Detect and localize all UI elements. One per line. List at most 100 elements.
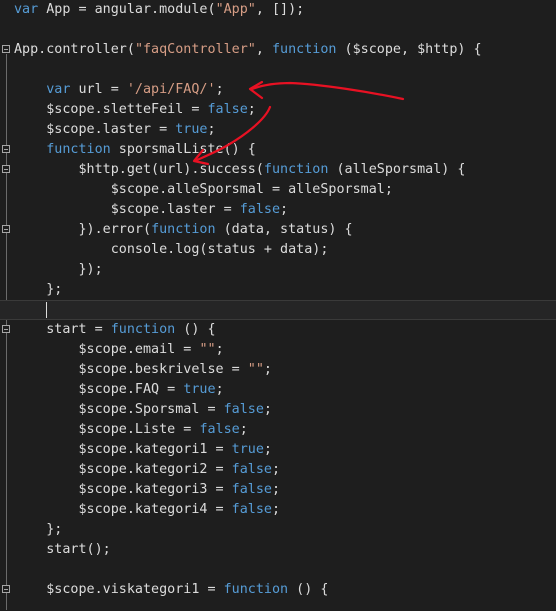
gutter bbox=[0, 460, 14, 480]
code-text: $scope.laster = true; bbox=[14, 120, 216, 140]
code-line[interactable]: }).error(function (data, status) { bbox=[0, 220, 556, 240]
code-line[interactable]: $scope.kategori2 = false; bbox=[0, 460, 556, 480]
collapse-icon[interactable] bbox=[2, 585, 10, 593]
code-text: $scope.laster = false; bbox=[14, 200, 288, 220]
gutter bbox=[0, 380, 14, 400]
code-line[interactable]: console.log(status + data); bbox=[0, 240, 556, 260]
text-token: $scope.viskategori1 = bbox=[14, 582, 224, 597]
keyword-token: function bbox=[110, 322, 176, 337]
gutter bbox=[0, 200, 14, 220]
text-token: ; bbox=[239, 422, 248, 437]
text-token: $scope.laster = bbox=[14, 122, 176, 137]
text-token: url = bbox=[70, 82, 127, 97]
code-text: }; bbox=[14, 280, 62, 300]
code-editor[interactable]: var App = angular.module("App", []); App.… bbox=[0, 0, 556, 611]
text-token: start(); bbox=[14, 542, 111, 557]
keyword-token: false bbox=[223, 402, 264, 417]
code-line[interactable]: }; bbox=[0, 520, 556, 540]
text-token: (alleSporsmal) { bbox=[328, 162, 466, 177]
text-token: () { bbox=[175, 322, 216, 337]
code-line[interactable]: $scope.kategori4 = false; bbox=[0, 500, 556, 520]
keyword-token: false bbox=[231, 502, 272, 517]
gutter bbox=[0, 540, 14, 560]
gutter bbox=[0, 480, 14, 500]
keyword-token: false bbox=[231, 482, 272, 497]
gutter bbox=[0, 80, 14, 100]
text-token: console.log(status + data); bbox=[14, 242, 329, 257]
code-text: }).error(function (data, status) { bbox=[14, 220, 353, 240]
code-line[interactable] bbox=[0, 300, 556, 320]
code-line[interactable]: }); bbox=[0, 260, 556, 280]
code-line[interactable]: $scope.Sporsmal = false; bbox=[0, 400, 556, 420]
gutter bbox=[0, 320, 14, 340]
code-line[interactable]: $scope.Liste = false; bbox=[0, 420, 556, 440]
code-line[interactable]: $scope.kategori3 = false; bbox=[0, 480, 556, 500]
code-line[interactable]: $scope.FAQ = true; bbox=[0, 380, 556, 400]
text-token: $scope.email = bbox=[14, 342, 200, 357]
code-line[interactable]: App.controller("faqController", function… bbox=[0, 40, 556, 60]
code-line[interactable]: $scope.alleSporsmal = alleSporsmal; bbox=[0, 180, 556, 200]
code-line[interactable]: }; bbox=[0, 280, 556, 300]
code-text: $scope.kategori3 = false; bbox=[14, 480, 280, 500]
code-line[interactable]: $scope.sletteFeil = false; bbox=[0, 100, 556, 120]
text-token: (data, status) { bbox=[215, 222, 353, 237]
text-token: ; bbox=[207, 122, 216, 137]
text-token: ; bbox=[263, 362, 272, 377]
collapse-icon[interactable] bbox=[2, 145, 10, 153]
code-line[interactable]: $scope.laster = false; bbox=[0, 200, 556, 220]
string-token: "faqController" bbox=[134, 42, 256, 57]
text-token: $scope.kategori1 = bbox=[14, 442, 232, 457]
gutter bbox=[0, 180, 14, 200]
code-text: }; bbox=[14, 520, 62, 540]
gutter bbox=[0, 500, 14, 520]
code-text: console.log(status + data); bbox=[14, 240, 329, 260]
code-text: $scope.alleSporsmal = alleSporsmal; bbox=[14, 180, 393, 200]
gutter bbox=[0, 260, 14, 280]
text-token: ($scope, $http) { bbox=[336, 42, 482, 57]
code-line[interactable]: $scope.beskrivelse = ""; bbox=[0, 360, 556, 380]
text-token: $scope.kategori3 = bbox=[14, 482, 232, 497]
gutter bbox=[0, 520, 14, 540]
text-cursor bbox=[46, 302, 48, 318]
gutter bbox=[0, 420, 14, 440]
code-line[interactable]: start(); bbox=[0, 540, 556, 560]
collapse-icon[interactable] bbox=[2, 45, 10, 53]
gutter bbox=[0, 280, 14, 300]
gutter bbox=[0, 120, 14, 140]
text-token: $http.get(url).success( bbox=[14, 162, 264, 177]
collapse-icon[interactable] bbox=[2, 165, 10, 173]
text-token: }); bbox=[14, 262, 103, 277]
text-token: ; bbox=[215, 382, 224, 397]
keyword-token: true bbox=[175, 122, 208, 137]
code-text: $scope.viskategori1 = function () { bbox=[14, 580, 328, 600]
code-line[interactable]: var url = '/api/FAQ/'; bbox=[0, 80, 556, 100]
code-line[interactable]: function sporsmalListe() { bbox=[0, 140, 556, 160]
string-token: "App" bbox=[215, 2, 256, 17]
code-text: $scope.sletteFeil = false; bbox=[14, 100, 256, 120]
collapse-icon[interactable] bbox=[2, 225, 10, 233]
collapse-icon[interactable] bbox=[2, 325, 10, 333]
text-token: }; bbox=[14, 282, 63, 297]
code-line[interactable]: $scope.kategori1 = true; bbox=[0, 440, 556, 460]
keyword-token: var bbox=[14, 2, 39, 17]
text-token: $scope.FAQ = bbox=[14, 382, 184, 397]
string-token: '/api/FAQ/' bbox=[126, 82, 216, 97]
text-token: , []); bbox=[255, 2, 305, 17]
text-token: start = bbox=[14, 322, 111, 337]
text-token: sporsmalListe() { bbox=[110, 142, 256, 157]
code-text: $scope.FAQ = true; bbox=[14, 380, 224, 400]
string-token: "" bbox=[247, 362, 264, 377]
code-line[interactable]: start = function () { bbox=[0, 320, 556, 340]
code-line[interactable]: $scope.viskategori1 = function () { bbox=[0, 580, 556, 600]
keyword-token: true bbox=[183, 382, 216, 397]
text-token: () { bbox=[288, 582, 329, 597]
code-line[interactable]: $scope.laster = true; bbox=[0, 120, 556, 140]
text-token: $scope.alleSporsmal = alleSporsmal; bbox=[14, 182, 393, 197]
code-line[interactable]: var App = angular.module("App", []); bbox=[0, 0, 556, 20]
gutter bbox=[0, 301, 14, 321]
code-line[interactable]: $http.get(url).success(function (alleSpo… bbox=[0, 160, 556, 180]
text-token: }).error( bbox=[14, 222, 152, 237]
keyword-token: false bbox=[239, 202, 281, 217]
text-token: $scope.kategori2 = bbox=[14, 462, 232, 477]
code-line[interactable]: $scope.email = ""; bbox=[0, 340, 556, 360]
